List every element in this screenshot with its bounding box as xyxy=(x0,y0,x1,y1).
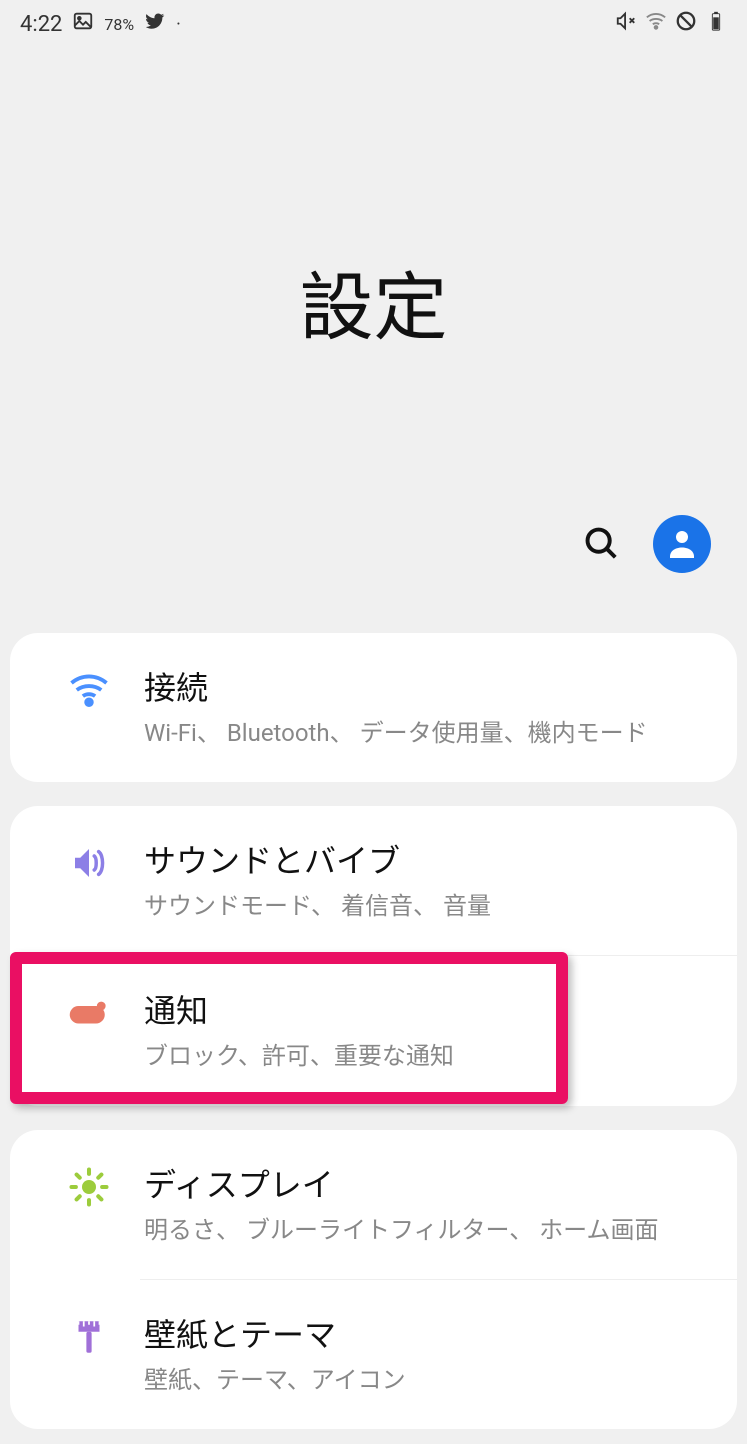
more-dot-icon: · xyxy=(176,14,181,35)
item-sub: Wi-Fi、 Bluetooth、 データ使用量、機内モード xyxy=(144,715,713,752)
settings-item-connections[interactable]: 接続 Wi-Fi、 Bluetooth、 データ使用量、機内モード xyxy=(10,633,737,782)
settings-item-wallpaper[interactable]: 壁紙とテーマ 壁紙、テーマ、アイコン xyxy=(10,1280,737,1429)
do-not-disturb-icon xyxy=(675,10,697,38)
search-button[interactable] xyxy=(579,522,623,566)
twitter-icon xyxy=(144,10,166,38)
page-title: 設定 xyxy=(0,248,747,355)
card-connections: 接続 Wi-Fi、 Bluetooth、 データ使用量、機内モード xyxy=(10,633,737,782)
paintbrush-icon xyxy=(68,1316,110,1362)
mute-vibrate-icon xyxy=(615,10,637,38)
item-sub: 壁紙、テーマ、アイコン xyxy=(144,1362,713,1399)
item-sub: サウンドモード、 着信音、 音量 xyxy=(144,888,713,925)
item-title: 接続 xyxy=(144,663,713,709)
notification-toggle-icon xyxy=(68,992,110,1038)
person-icon xyxy=(664,525,700,564)
item-sub: ブロック、許可、重要な通知 xyxy=(144,1038,713,1075)
status-left: 4:22 78% · xyxy=(20,10,181,38)
item-sub: 明るさ、 ブルーライトフィルター、 ホーム画面 xyxy=(144,1212,713,1249)
account-button[interactable] xyxy=(653,515,711,573)
settings-item-notifications[interactable]: 通知 ブロック、許可、重要な通知 xyxy=(10,956,737,1105)
picture-icon xyxy=(72,10,94,38)
settings-item-sound[interactable]: サウンドとバイブ サウンドモード、 着信音、 音量 xyxy=(10,806,737,955)
status-bar: 4:22 78% · xyxy=(0,0,747,48)
item-title: 壁紙とテーマ xyxy=(144,1310,713,1356)
wifi-icon xyxy=(68,669,110,715)
header-large: 設定 xyxy=(0,48,747,515)
wifi-icon xyxy=(645,10,667,38)
settings-item-display[interactable]: ディスプレイ 明るさ、 ブルーライトフィルター、 ホーム画面 xyxy=(10,1130,737,1279)
status-right xyxy=(615,10,727,38)
sound-icon xyxy=(68,842,110,888)
action-row xyxy=(0,515,747,573)
item-title: ディスプレイ xyxy=(144,1160,713,1206)
sun-icon xyxy=(68,1166,110,1212)
item-title: サウンドとバイブ xyxy=(144,836,713,882)
status-battery-pct: 78% xyxy=(104,15,134,34)
status-time: 4:22 xyxy=(20,12,62,37)
card-sound-notifications: サウンドとバイブ サウンドモード、 着信音、 音量 通知 ブロック、許可、重要な… xyxy=(10,806,737,1105)
card-display-wallpaper: ディスプレイ 明るさ、 ブルーライトフィルター、 ホーム画面 壁紙とテーマ 壁紙… xyxy=(10,1130,737,1429)
battery-icon xyxy=(705,10,727,38)
item-title: 通知 xyxy=(144,986,713,1032)
search-icon xyxy=(582,524,620,565)
